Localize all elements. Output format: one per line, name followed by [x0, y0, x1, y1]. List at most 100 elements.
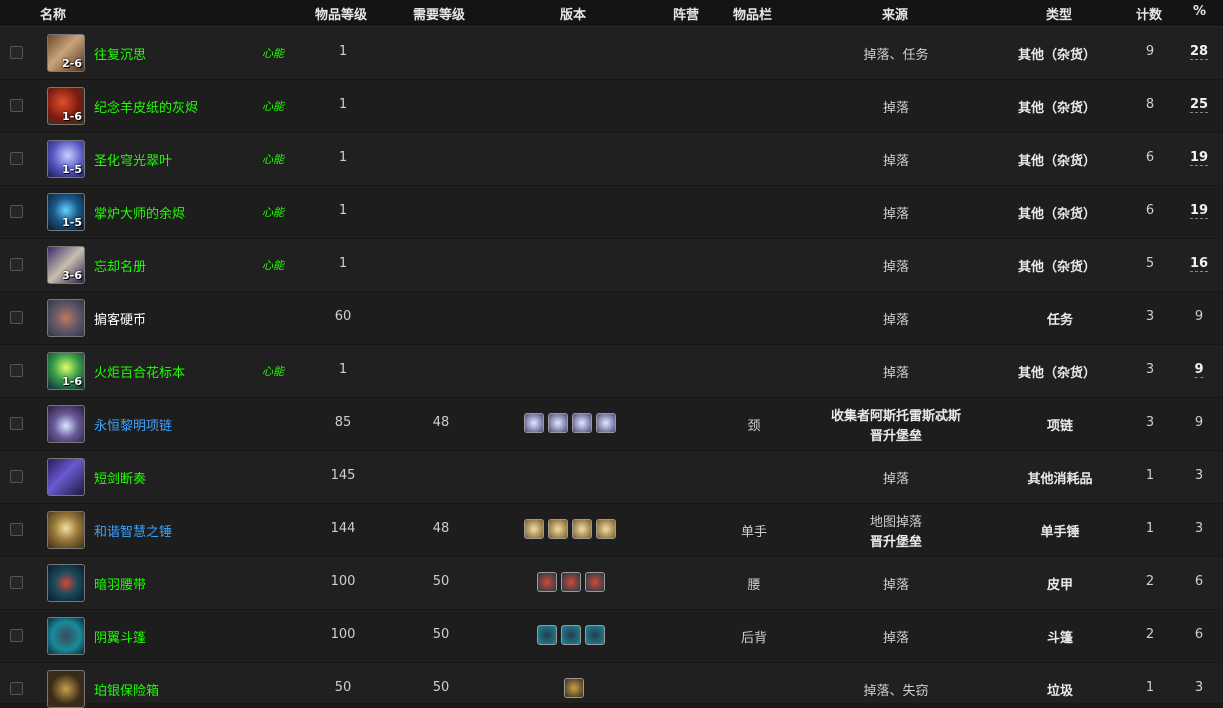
item-name-link[interactable]: 掌炉大师的余烬	[94, 203, 185, 222]
col-req-level[interactable]: 需要等级	[413, 4, 465, 23]
version-cloak-icon[interactable]	[537, 625, 557, 645]
register-icon[interactable]: 3-6	[47, 246, 85, 284]
leaf-icon[interactable]: 1-5	[47, 140, 85, 178]
coin-icon[interactable]	[47, 299, 85, 337]
version-mace-icon[interactable]	[548, 519, 568, 539]
col-item-level[interactable]: 物品等级	[315, 4, 367, 23]
item-type: 其他（杂货）	[1017, 154, 1097, 169]
item-percent: 9	[1194, 362, 1204, 378]
table-row[interactable]: 1-5 圣化穹光翠叶 心能 1 掉落 其他（杂货） 6 19	[0, 133, 1223, 186]
item-type: 其他（杂货）	[1017, 207, 1097, 222]
table-row[interactable]: 珀银保险箱 50 50 掉落、失窃 垃圾 1 3	[0, 663, 1223, 708]
version-mace-icon[interactable]	[524, 519, 544, 539]
row-checkbox[interactable]	[10, 258, 23, 271]
item-source: 掉落	[882, 154, 910, 169]
row-checkbox[interactable]	[10, 523, 23, 536]
version-necklace-icon[interactable]	[548, 413, 568, 433]
row-checkbox[interactable]	[10, 470, 23, 483]
item-name-link[interactable]: 忘却名册	[94, 256, 146, 275]
table-row[interactable]: 暗羽腰带 100 50 腰 掉落 皮甲 2 6	[0, 557, 1223, 610]
required-level: 50	[432, 627, 450, 642]
row-checkbox[interactable]	[10, 682, 23, 695]
dagger-icon[interactable]	[47, 458, 85, 496]
item-percent: 28	[1189, 44, 1209, 60]
row-checkbox[interactable]	[10, 99, 23, 112]
source-zone-link[interactable]: 晋升堡垒	[831, 427, 961, 447]
item-source: 掉落	[882, 472, 910, 487]
ember-scroll-icon[interactable]: 1-6	[47, 87, 85, 125]
col-source[interactable]: 来源	[882, 4, 908, 23]
col-percent[interactable]: %	[1193, 4, 1206, 19]
version-necklace-icon[interactable]	[572, 413, 592, 433]
row-checkbox[interactable]	[10, 364, 23, 377]
version-necklace-icon[interactable]	[596, 413, 616, 433]
table-row[interactable]: 短剑断奏 145 掉落 其他消耗品 1 3	[0, 451, 1223, 504]
version-cloak-icon[interactable]	[561, 625, 581, 645]
col-slot[interactable]: 物品栏	[733, 4, 772, 23]
col-count[interactable]: 计数	[1136, 4, 1162, 23]
col-name[interactable]: 名称	[40, 4, 66, 23]
item-level: 1	[338, 362, 348, 377]
item-name-link[interactable]: 永恒黎明项链	[94, 415, 172, 434]
item-name-link[interactable]: 阴翼斗篷	[94, 627, 146, 646]
item-level: 100	[330, 627, 356, 642]
item-tag: 心能	[262, 259, 284, 272]
row-checkbox[interactable]	[10, 205, 23, 218]
item-level: 145	[330, 468, 356, 483]
item-tag: 心能	[262, 153, 284, 166]
col-type[interactable]: 类型	[1046, 4, 1072, 23]
col-faction[interactable]: 阵营	[673, 4, 699, 23]
row-checkbox[interactable]	[10, 629, 23, 642]
item-name-link[interactable]: 掮客硬币	[94, 309, 146, 328]
table-row[interactable]: 2-6 往复沉思 心能 1 掉落、任务 其他（杂货） 9 28	[0, 27, 1223, 80]
cloak-icon[interactable]	[47, 617, 85, 655]
item-percent: 9	[1194, 415, 1204, 430]
item-percent: 16	[1189, 256, 1209, 272]
item-level: 60	[334, 309, 352, 324]
row-checkbox[interactable]	[10, 152, 23, 165]
lily-icon[interactable]: 1-6	[47, 352, 85, 390]
item-name-link[interactable]: 暗羽腰带	[94, 574, 146, 593]
mace-icon[interactable]	[47, 511, 85, 549]
item-name-link[interactable]: 圣化穹光翠叶	[94, 150, 172, 169]
item-level: 144	[330, 521, 356, 536]
table-row[interactable]: 阴翼斗篷 100 50 后背 掉落 斗篷 2 6	[0, 610, 1223, 663]
table-row[interactable]: 3-6 忘却名册 心能 1 掉落 其他（杂货） 5 16	[0, 239, 1223, 292]
version-icons	[564, 678, 584, 698]
chest-icon[interactable]	[47, 670, 85, 708]
source-zone-link[interactable]: 晋升堡垒	[870, 533, 922, 553]
version-mace-icon[interactable]	[596, 519, 616, 539]
item-name-link[interactable]: 火炬百合花标本	[94, 362, 185, 381]
row-checkbox[interactable]	[10, 576, 23, 589]
item-count: 3	[1145, 362, 1155, 377]
row-checkbox[interactable]	[10, 311, 23, 324]
ember-icon[interactable]: 1-5	[47, 193, 85, 231]
table-row[interactable]: 和谐智慧之锤 144 48 单手 地图掉落 晋升堡垒 单手锤 1 3	[0, 504, 1223, 557]
scroll-icon[interactable]: 2-6	[47, 34, 85, 72]
table-row[interactable]: 1-5 掌炉大师的余烬 心能 1 掉落 其他（杂货） 6 19	[0, 186, 1223, 239]
version-belt-icon[interactable]	[585, 572, 605, 592]
table-row[interactable]: 掮客硬币 60 掉落 任务 3 9	[0, 292, 1223, 345]
row-checkbox[interactable]	[10, 417, 23, 430]
row-checkbox[interactable]	[10, 46, 23, 59]
table-row[interactable]: 1-6 纪念羊皮纸的灰烬 心能 1 掉落 其他（杂货） 8 25	[0, 80, 1223, 133]
item-name-link[interactable]: 往复沉思	[94, 44, 146, 63]
source-npc-link[interactable]: 收集者阿斯托雷斯忒斯	[831, 407, 961, 427]
necklace-icon[interactable]	[47, 405, 85, 443]
version-mace-icon[interactable]	[572, 519, 592, 539]
version-belt-icon[interactable]	[537, 572, 557, 592]
belt-icon[interactable]	[47, 564, 85, 602]
item-count: 6	[1145, 203, 1155, 218]
item-name-link[interactable]: 纪念羊皮纸的灰烬	[94, 97, 198, 116]
item-name-link[interactable]: 和谐智慧之锤	[94, 521, 172, 540]
table-row[interactable]: 1-6 火炬百合花标本 心能 1 掉落 其他（杂货） 3 9	[0, 345, 1223, 398]
item-slot: 后背	[740, 631, 768, 646]
table-row[interactable]: 永恒黎明项链 85 48 颈 收集者阿斯托雷斯忒斯 晋升堡垒 项链 3 9	[0, 398, 1223, 451]
col-version[interactable]: 版本	[560, 4, 586, 23]
version-necklace-icon[interactable]	[524, 413, 544, 433]
version-belt-icon[interactable]	[561, 572, 581, 592]
item-name-link[interactable]: 珀银保险箱	[94, 680, 159, 699]
item-name-link[interactable]: 短剑断奏	[94, 468, 146, 487]
version-cloak-icon[interactable]	[585, 625, 605, 645]
version-chest-icon[interactable]	[564, 678, 584, 698]
